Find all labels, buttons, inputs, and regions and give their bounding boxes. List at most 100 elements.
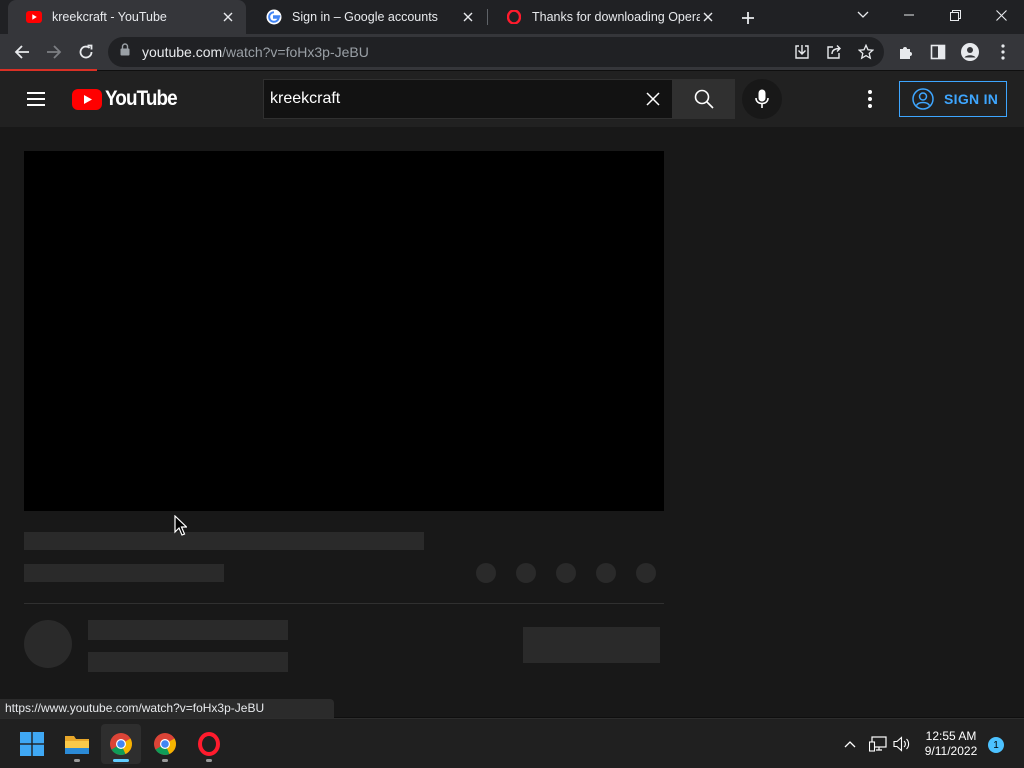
voice-search-button[interactable] (742, 79, 782, 119)
volume-icon (893, 736, 910, 752)
tab-search-button[interactable] (840, 0, 886, 30)
profile-icon (961, 43, 979, 61)
search-button[interactable] (672, 79, 735, 119)
close-window-button[interactable] (978, 0, 1024, 30)
search-icon (694, 89, 714, 109)
title-placeholder (24, 532, 424, 550)
profile-button[interactable] (961, 43, 979, 61)
minimize-button[interactable] (886, 0, 932, 30)
extensions-button[interactable] (897, 43, 915, 61)
guide-menu-button[interactable] (24, 87, 48, 111)
bookmark-button[interactable] (857, 43, 875, 61)
running-indicator (162, 759, 168, 762)
channel-name-placeholder (88, 620, 288, 640)
tab-title: Thanks for downloading Opera (532, 10, 700, 24)
views-placeholder (24, 564, 224, 582)
file-explorer-button[interactable] (57, 724, 97, 764)
puzzle-icon (900, 47, 912, 59)
sign-in-button[interactable]: SIGN IN (899, 81, 1007, 117)
search-box (263, 79, 672, 119)
install-app-button[interactable] (793, 43, 811, 61)
browser-menu-button[interactable] (994, 43, 1012, 61)
close-icon (646, 92, 660, 106)
install-icon (795, 45, 809, 59)
notification-badge[interactable]: 1 (988, 737, 1004, 753)
arrow-right-icon (47, 45, 62, 59)
opera-taskbar-button[interactable] (189, 724, 229, 764)
side-panel-button[interactable] (929, 43, 947, 61)
youtube-masthead: YouTube SIGN IN (0, 71, 1024, 127)
youtube-wordmark: YouTube (105, 87, 178, 110)
link-status-bubble: https://www.youtube.com/watch?v=foHx3p-J… (0, 699, 335, 718)
reload-button[interactable] (73, 39, 99, 65)
chevron-down-icon (857, 11, 869, 18)
start-button[interactable] (12, 724, 52, 764)
action-placeholder (636, 563, 656, 583)
network-button[interactable] (866, 719, 890, 768)
address-bar[interactable]: youtube.com/watch?v=foHx3p-JeBU (108, 37, 884, 67)
search-input[interactable] (264, 80, 634, 118)
browser-toolbar: youtube.com/watch?v=foHx3p-JeBU (0, 34, 1024, 70)
chrome-icon (154, 733, 176, 755)
restore-button[interactable] (932, 0, 978, 30)
reload-icon (79, 44, 93, 59)
lock-icon[interactable] (120, 43, 130, 61)
windows-taskbar: 12:55 AM 9/11/2022 1 (0, 718, 1024, 768)
show-hidden-icons-button[interactable] (838, 719, 862, 768)
minimize-icon (904, 14, 914, 16)
plus-icon (742, 12, 754, 24)
tab-title: kreekcraft - YouTube (52, 10, 167, 24)
chrome-taskbar-button[interactable] (101, 724, 141, 764)
side-panel-icon (930, 44, 946, 60)
star-icon (858, 44, 874, 60)
running-indicator (113, 759, 129, 762)
browser-tab-strip: kreekcraft - YouTube Sign in – Google ac… (0, 0, 1024, 34)
tab-close-icon[interactable] (700, 9, 716, 25)
video-player[interactable] (24, 151, 664, 511)
share-button[interactable] (825, 43, 843, 61)
windows-logo-icon (20, 732, 44, 756)
mouse-cursor-icon (174, 515, 187, 536)
clock-time: 12:55 AM (925, 729, 977, 743)
microphone-icon (755, 89, 769, 108)
action-placeholder (596, 563, 616, 583)
address-url: youtube.com/watch?v=foHx3p-JeBU (142, 44, 369, 60)
clear-search-button[interactable] (634, 80, 672, 118)
tab-youtube[interactable]: kreekcraft - YouTube (8, 0, 246, 34)
volume-button[interactable] (890, 719, 914, 768)
action-placeholder (556, 563, 576, 583)
restore-icon (949, 9, 961, 21)
chevron-up-icon (844, 741, 856, 748)
channel-subs-placeholder (88, 652, 288, 672)
taskbar-clock[interactable]: 12:55 AM 9/11/2022 (920, 729, 982, 759)
action-placeholder (516, 563, 536, 583)
close-icon (995, 9, 1007, 21)
youtube-favicon-icon (26, 9, 42, 25)
folder-icon (65, 736, 89, 754)
tab-close-icon[interactable] (220, 9, 236, 25)
chrome-icon (110, 733, 132, 755)
tab-google-signin[interactable]: Sign in – Google accounts (248, 0, 486, 34)
forward-button[interactable] (41, 39, 67, 65)
running-indicator (74, 759, 80, 762)
tab-opera[interactable]: Thanks for downloading Opera (488, 0, 726, 34)
settings-menu-button[interactable] (858, 87, 882, 111)
back-button[interactable] (9, 39, 35, 65)
running-indicator (206, 759, 212, 762)
opera-icon (198, 732, 220, 756)
hamburger-icon (27, 92, 45, 106)
subscribe-placeholder (523, 627, 660, 663)
account-circle-icon (912, 88, 934, 110)
chrome-taskbar-button-2[interactable] (145, 724, 185, 764)
more-vertical-icon (1001, 44, 1005, 60)
channel-avatar-placeholder (24, 620, 72, 668)
youtube-logo[interactable]: YouTube (72, 87, 185, 110)
sign-in-label: SIGN IN (944, 91, 999, 107)
youtube-play-icon (72, 88, 102, 110)
share-icon (827, 45, 841, 59)
clock-date: 9/11/2022 (924, 744, 978, 758)
url-host: youtube.com (142, 44, 223, 60)
watch-page (0, 127, 1024, 717)
new-tab-button[interactable] (737, 7, 759, 29)
tab-close-icon[interactable] (460, 9, 476, 25)
